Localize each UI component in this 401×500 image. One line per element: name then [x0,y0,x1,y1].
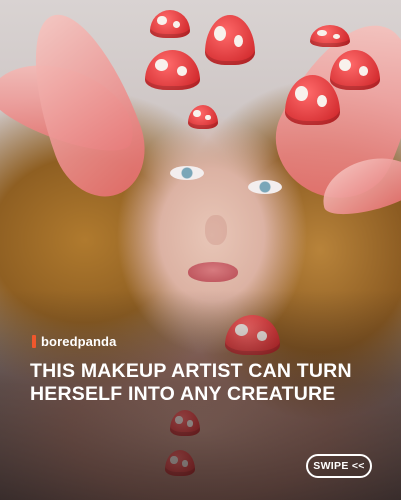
left-eye [170,166,204,180]
brand-name: boredpanda [41,334,117,349]
mushroom-headpiece [188,105,218,129]
swipe-button[interactable]: SWIPE << [306,454,372,478]
brand-logo: boredpanda [32,334,116,349]
story-card: boredpanda THIS MAKEUP ARTIST CAN TURN H… [0,0,401,500]
headline-line: HERSELF INTO ANY CREATURE [30,383,336,405]
nose [205,215,227,245]
brand-accent-bar [32,335,36,348]
swipe-button-label: SWIPE << [313,460,365,472]
right-eye [248,180,282,194]
headline: THIS MAKEUP ARTIST CAN TURN HERSELF INTO… [30,360,380,406]
lips [188,262,238,282]
mushroom-headpiece [205,15,255,65]
mushroom-headpiece [150,10,190,38]
mushroom-headpiece [310,25,350,47]
headline-line: THIS MAKEUP ARTIST CAN TURN [30,360,352,382]
mushroom-headpiece [145,50,200,90]
